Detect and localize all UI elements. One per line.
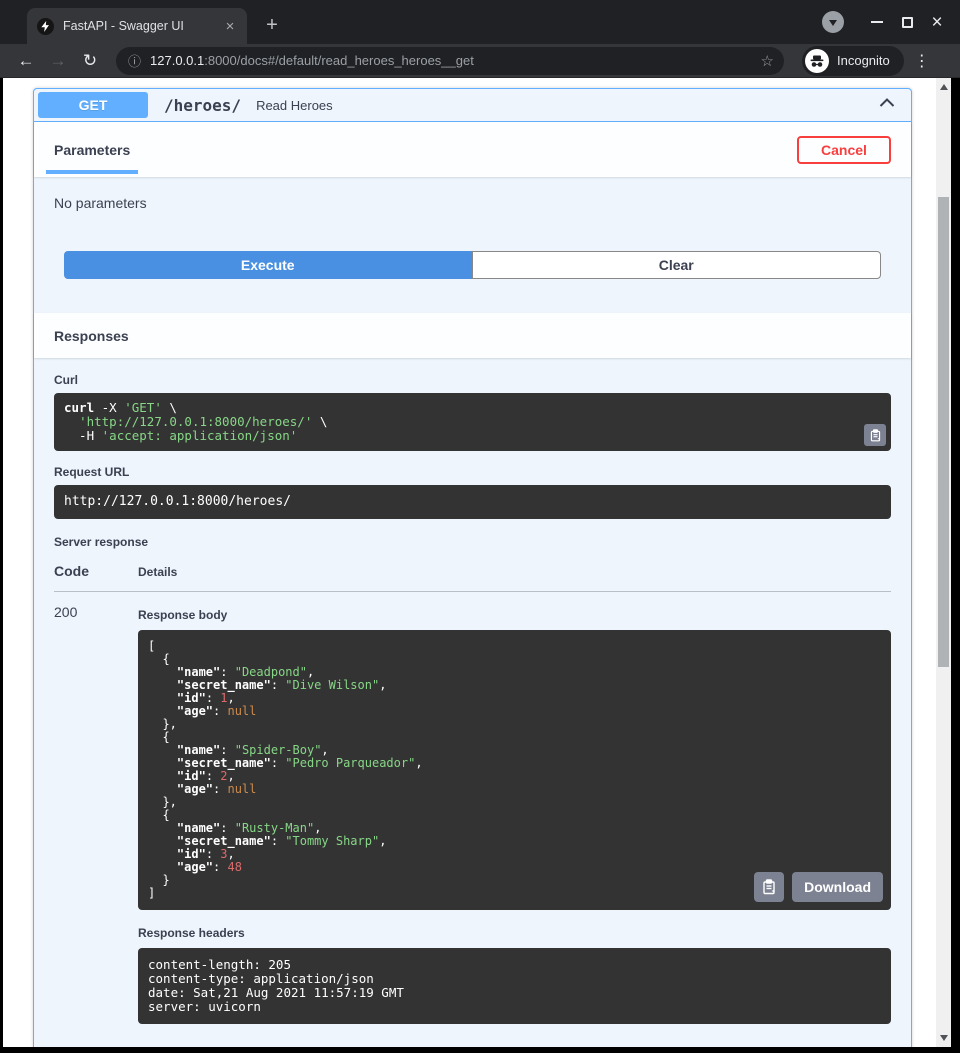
tab-close-icon[interactable]: × <box>221 18 239 35</box>
status-code: 200 <box>54 604 138 1024</box>
code-column-header: Code <box>54 563 138 579</box>
parameters-header: Parameters Cancel <box>34 122 911 177</box>
browser-tab[interactable]: FastAPI - Swagger UI × <box>27 8 247 44</box>
tab-parameters[interactable]: Parameters <box>46 125 138 174</box>
curl-command-code: curl -X 'GET' \ 'http://127.0.0.1:8000/h… <box>64 401 851 443</box>
request-url-block: http://127.0.0.1:8000/heroes/ <box>54 485 891 519</box>
caret-down-icon <box>829 20 837 26</box>
request-url-label: Request URL <box>54 465 891 479</box>
response-headers-block: content-length: 205 content-type: applic… <box>138 948 891 1024</box>
responses-header: Responses <box>34 313 911 358</box>
server-response-table: Code Details 200 Response body [ { "name… <box>54 563 891 1024</box>
response-body-block: [ { "name": "Deadpond", "secret_name": "… <box>138 630 891 910</box>
minimize-button[interactable] <box>862 7 892 37</box>
download-button[interactable]: Download <box>792 872 883 902</box>
site-info-icon[interactable]: ⓘ <box>128 51 141 70</box>
opblock-header[interactable]: GET /heroes/ Read Heroes <box>34 89 911 122</box>
response-headers-code: content-length: 205 content-type: applic… <box>148 958 881 1014</box>
scrollbar-up-arrow-icon[interactable] <box>940 84 948 90</box>
curl-command-block: curl -X 'GET' \ 'http://127.0.0.1:8000/h… <box>54 393 891 451</box>
url-text: 127.0.0.1:8000/docs#/default/read_heroes… <box>150 53 753 68</box>
execute-clear-row: Execute Clear <box>64 251 881 279</box>
scrollbar-down-arrow-icon[interactable] <box>940 1035 948 1041</box>
incognito-badge: Incognito <box>802 46 904 76</box>
response-body-label: Response body <box>138 608 891 622</box>
back-button[interactable]: ← <box>10 47 42 75</box>
incognito-label: Incognito <box>837 53 890 68</box>
browser-toolbar: ← → ↻ ⓘ 127.0.0.1:8000/docs#/default/rea… <box>0 44 960 78</box>
http-method-badge: GET <box>38 92 148 118</box>
no-parameters-text: No parameters <box>54 195 891 211</box>
url-host: 127.0.0.1 <box>150 53 204 68</box>
endpoint-path: /heroes/ <box>164 96 241 115</box>
bookmark-star-icon[interactable]: ☆ <box>761 52 774 70</box>
new-tab-button[interactable]: + <box>259 12 285 38</box>
response-table-header: Code Details <box>54 563 891 579</box>
browser-tab-bar: FastAPI - Swagger UI × + × <box>0 0 960 44</box>
response-body-json: [ { "name": "Deadpond", "secret_name": "… <box>148 640 881 900</box>
browser-window: FastAPI - Swagger UI × + × ← → ↻ ⓘ 127.0… <box>0 0 960 1053</box>
cancel-button[interactable]: Cancel <box>797 136 891 164</box>
responses-title: Responses <box>54 328 129 344</box>
window-menu-button[interactable] <box>822 11 844 33</box>
parameters-body: No parameters Execute Clear <box>34 177 911 279</box>
scrollbar-thumb[interactable] <box>938 197 949 667</box>
tab-title: FastAPI - Swagger UI <box>63 19 221 33</box>
copy-curl-button[interactable] <box>864 424 886 446</box>
clear-button[interactable]: Clear <box>472 251 882 279</box>
endpoint-summary: Read Heroes <box>256 98 333 113</box>
close-button[interactable]: × <box>922 7 952 37</box>
response-headers-label: Response headers <box>138 926 891 940</box>
curl-label: Curl <box>54 373 891 387</box>
reload-button[interactable]: ↻ <box>74 47 106 75</box>
swagger-page: GET /heroes/ Read Heroes Parameters Canc… <box>3 78 936 1047</box>
responses-body: Curl curl -X 'GET' \ 'http://127.0.0.1:8… <box>34 358 911 1034</box>
execute-button[interactable]: Execute <box>64 251 472 279</box>
fastapi-favicon-icon <box>37 18 54 35</box>
server-response-label: Server response <box>54 535 891 549</box>
url-path: :8000/docs#/default/read_heroes_heroes__… <box>204 53 474 68</box>
maximize-icon <box>902 17 913 28</box>
maximize-button[interactable] <box>892 7 922 37</box>
incognito-icon <box>805 49 829 73</box>
collapse-chevron-icon[interactable] <box>877 93 897 118</box>
page-scrollbar <box>936 78 951 1047</box>
window-controls: × <box>822 0 960 44</box>
close-icon: × <box>931 13 942 32</box>
copy-response-button[interactable] <box>754 872 784 902</box>
browser-menu-icon[interactable]: ⋮ <box>908 51 936 71</box>
response-details: Response body [ { "name": "Deadpond", "s… <box>138 604 891 1024</box>
address-bar[interactable]: ⓘ 127.0.0.1:8000/docs#/default/read_hero… <box>116 47 784 75</box>
opblock-get-heroes: GET /heroes/ Read Heroes Parameters Canc… <box>33 88 912 1047</box>
forward-button[interactable]: → <box>42 47 74 75</box>
minimize-icon <box>871 21 883 23</box>
table-divider <box>54 591 891 592</box>
response-row-200: 200 Response body [ { "name": "Deadpond"… <box>54 604 891 1024</box>
response-body-actions: Download <box>754 872 883 902</box>
details-column-header: Details <box>138 563 177 579</box>
